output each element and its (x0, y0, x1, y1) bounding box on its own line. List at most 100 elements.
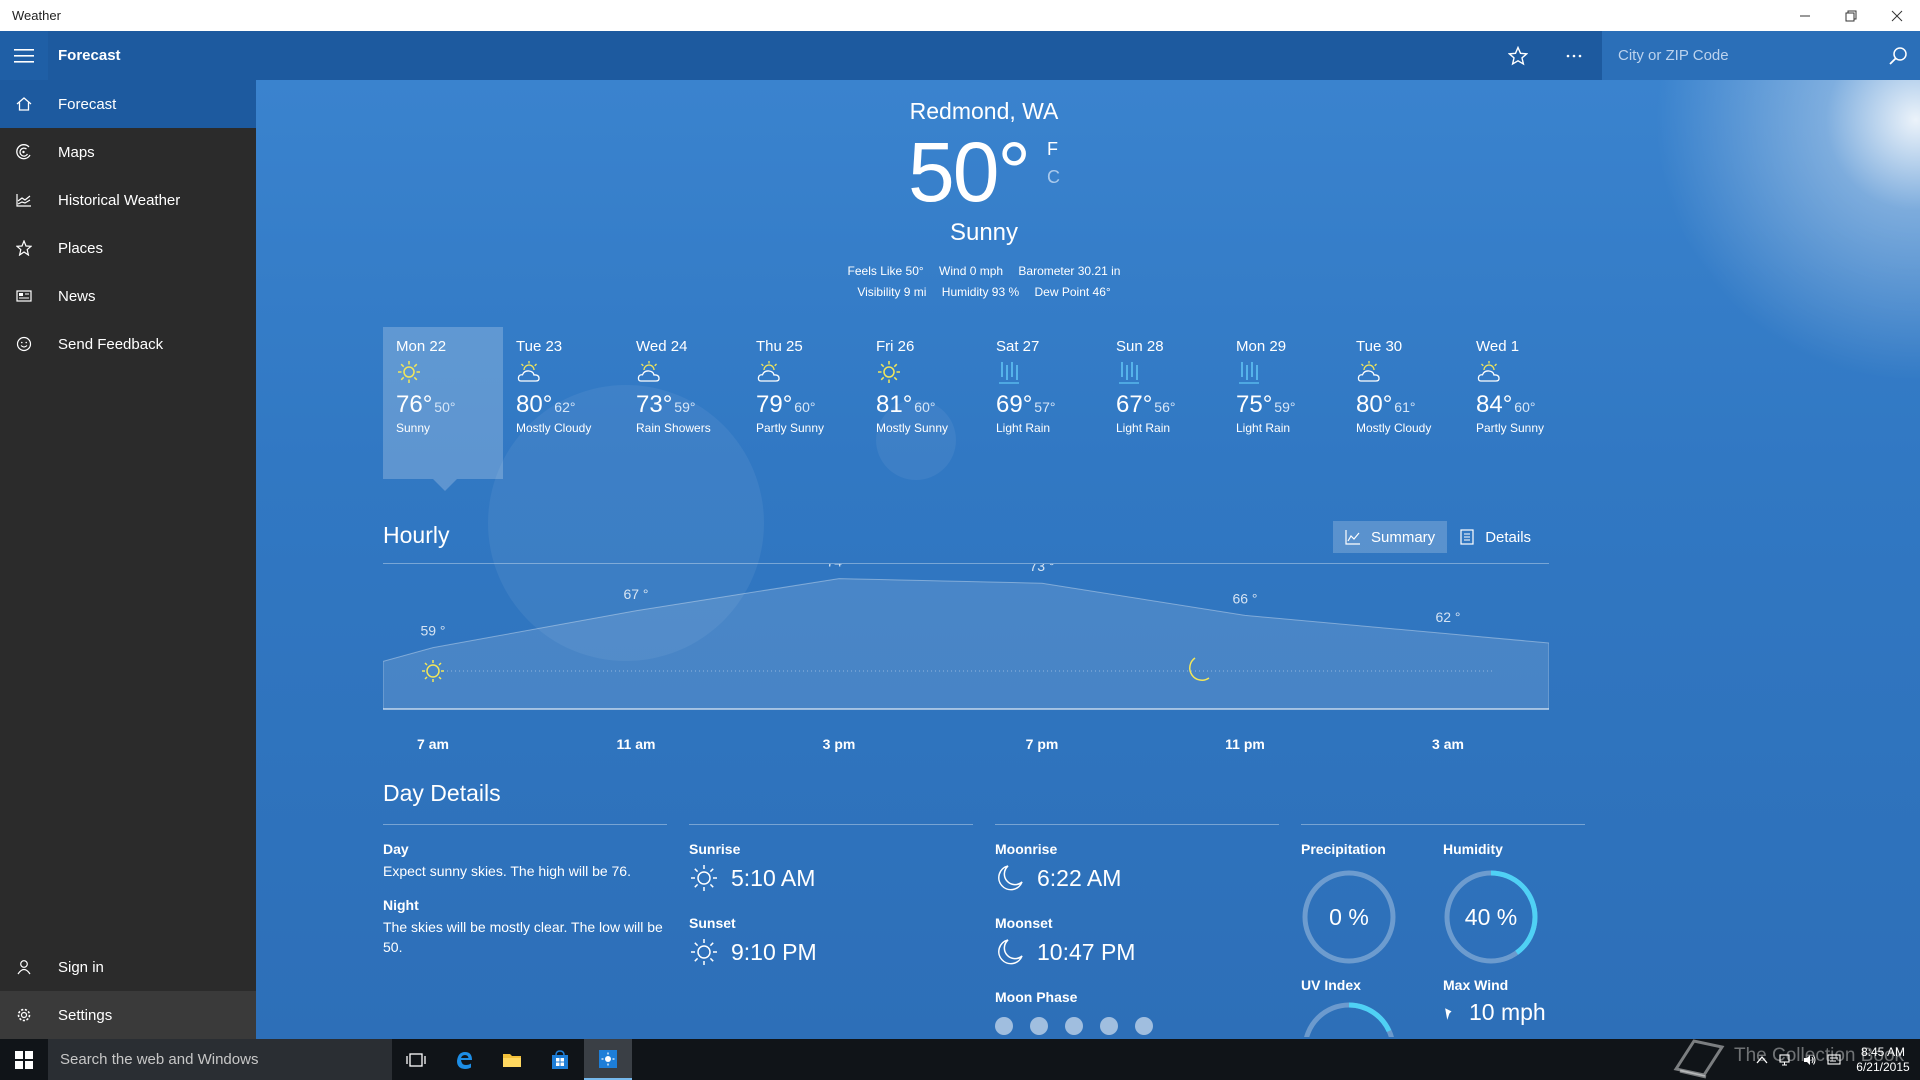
details-button[interactable]: Details (1447, 521, 1543, 553)
sidebar-item-maps[interactable]: Maps (0, 128, 256, 176)
sidebar-item-label: Forecast (58, 95, 117, 113)
close-button[interactable] (1874, 0, 1920, 31)
weather-app-button[interactable] (584, 1039, 632, 1080)
section-divider (689, 824, 973, 825)
favorite-button[interactable] (1490, 31, 1546, 80)
hourly-temp-label: 67 ° (623, 586, 648, 602)
rain-icon (1119, 362, 1139, 384)
day-details-title: Day Details (383, 780, 501, 806)
moon-phase-strip (995, 1017, 1279, 1035)
sidebar-item-sign-in[interactable]: Sign in (0, 943, 256, 991)
day-card[interactable]: Wed 1 84° 60° Partly Sunny (1463, 327, 1583, 479)
moon-phase-icon (1030, 1017, 1048, 1035)
star-icon (16, 240, 32, 256)
file-explorer-button[interactable] (488, 1039, 536, 1080)
sunrise-time: 5:10 AM (731, 864, 816, 891)
sidebar-item-news[interactable]: News (0, 272, 256, 320)
summary-label: Summary (1371, 528, 1436, 546)
sun-icon (398, 361, 420, 383)
moonrise-label: Moonrise (995, 841, 1058, 857)
night-summary-text: The skies will be mostly clear. The low … (383, 919, 663, 955)
day-card[interactable]: Sat 27 69° 57° Light Rain (983, 327, 1103, 479)
folder-icon (503, 1053, 521, 1067)
day-card[interactable]: Wed 24 73° 59° Rain Showers (623, 327, 743, 479)
cloud-sun-icon (517, 361, 540, 382)
sidebar-item-label: Sign in (58, 958, 104, 976)
hourly-time-label: 3 am (1432, 736, 1464, 752)
hourly-temp-label: 66 ° (1232, 590, 1257, 606)
day-card[interactable]: Tue 23 80° 62° Mostly Cloudy (503, 327, 623, 479)
weather-sun-icon (599, 1049, 617, 1068)
wind: Wind 0 mph (939, 264, 1004, 278)
windows-logo-icon (15, 1050, 33, 1069)
unit-fahrenheit-toggle[interactable]: F (1047, 135, 1060, 163)
main-content: Redmond, WA 50° F C Sunny Feels Like 50°… (256, 80, 1920, 1039)
day-card[interactable]: Thu 25 79° 60° Partly Sunny (743, 327, 863, 479)
start-button[interactable] (0, 1039, 48, 1080)
day-high: 81° (876, 391, 913, 418)
sidebar-item-send-feedback[interactable]: Send Feedback (0, 320, 256, 368)
sunset-icon (691, 939, 717, 965)
app-header: Forecast (0, 31, 1920, 80)
day-card[interactable]: Mon 22 76° 50° Sunny (383, 327, 503, 491)
maps-icon (16, 144, 31, 160)
sun-icon (878, 361, 900, 383)
rain-icon (1239, 362, 1259, 384)
day-card[interactable]: Sun 28 67° 56° Light Rain (1103, 327, 1223, 479)
current-conditions: Redmond, WA 50° F C Sunny Feels Like 50°… (256, 98, 1712, 303)
unit-celsius-toggle[interactable]: C (1047, 163, 1060, 191)
taskbar-search (48, 1039, 392, 1080)
rain-icon (999, 362, 1019, 384)
day-name: Wed 24 (636, 338, 688, 355)
day-summary-text: Expect sunny skies. The high will be 76. (383, 863, 631, 879)
day-card[interactable]: Fri 26 81° 60° Mostly Sunny (863, 327, 983, 479)
day-condition: Light Rain (996, 421, 1051, 435)
restore-button[interactable] (1828, 0, 1874, 31)
day-low: 62° (554, 399, 576, 415)
home-icon (16, 97, 32, 111)
sidebar: Forecast Maps Historical Weather Places … (0, 80, 256, 1039)
hamburger-icon (14, 48, 34, 63)
day-high: 76° (396, 391, 433, 418)
day-high: 69° (996, 391, 1033, 418)
sidebar-item-forecast[interactable]: Forecast (0, 80, 256, 128)
day-low: 50° (434, 399, 456, 415)
hourly-title: Hourly (383, 522, 450, 548)
news-icon (16, 290, 32, 302)
search-input[interactable] (1618, 47, 1876, 64)
sidebar-item-historical-weather[interactable]: Historical Weather (0, 176, 256, 224)
day-low: 57° (1034, 399, 1056, 415)
day-condition: Rain Showers (636, 421, 711, 435)
day-name: Sat 27 (996, 338, 1040, 355)
hamburger-button[interactable] (0, 31, 48, 80)
day-condition: Mostly Sunny (876, 421, 949, 435)
day-low: 56° (1154, 399, 1176, 415)
day-low: 61° (1394, 399, 1416, 415)
cloud-sun-icon (757, 361, 780, 382)
day-high: 80° (516, 391, 553, 418)
hourly-temp-label: 74 ° (826, 564, 851, 570)
store-button[interactable] (536, 1039, 584, 1080)
day-low: 59° (674, 399, 696, 415)
taskbar-search-input[interactable] (60, 1051, 380, 1068)
edge-browser-button[interactable] (440, 1039, 488, 1080)
summary-button[interactable]: Summary (1333, 521, 1448, 553)
day-high: 80° (1356, 391, 1393, 418)
search-box (1602, 31, 1920, 80)
day-low: 59° (1274, 399, 1296, 415)
sidebar-item-settings[interactable]: Settings (0, 991, 256, 1039)
wind-direction-icon (1445, 1007, 1452, 1020)
search-button[interactable] (1876, 31, 1920, 80)
humidity: Humidity 93 % (941, 285, 1020, 299)
hourly-temperature-chart: 59 ° 67 ° 74 ° 73 ° 66 ° 62 ° 7 am 11 am 3 pm 7 … (383, 564, 1549, 752)
task-view-button[interactable] (392, 1039, 440, 1080)
more-button[interactable] (1546, 31, 1602, 80)
day-card[interactable]: Mon 29 75° 59° Light Rain (1223, 327, 1343, 479)
humidity-label: Humidity (1443, 841, 1503, 857)
sidebar-item-places[interactable]: Places (0, 224, 256, 272)
minimize-button[interactable] (1782, 0, 1828, 31)
precipitation-label: Precipitation (1301, 841, 1386, 857)
dew-point: Dew Point 46° (1034, 285, 1111, 299)
smiley-icon (16, 336, 32, 352)
day-card[interactable]: Tue 30 80° 61° Mostly Cloudy (1343, 327, 1463, 479)
